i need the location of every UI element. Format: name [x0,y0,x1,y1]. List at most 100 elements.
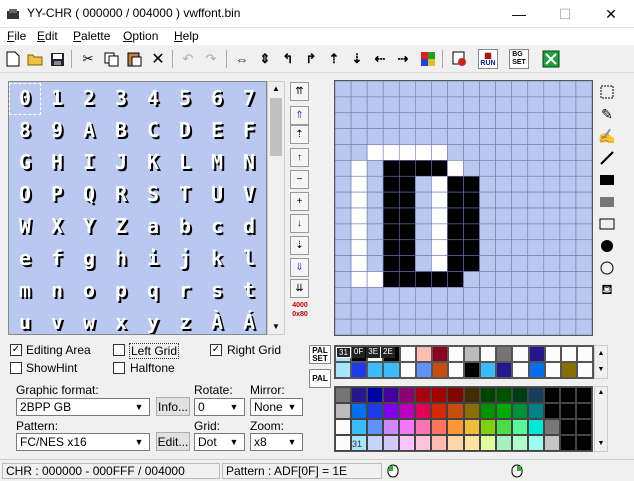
pixel-cell[interactable] [463,207,480,225]
chr-tile[interactable]: N [233,146,265,178]
pixel-cell[interactable] [495,175,512,193]
pixel-cell[interactable] [398,81,416,98]
edit-pattern-button[interactable]: Edit... [156,432,190,451]
pixel-cell[interactable] [350,255,368,272]
shift-up-icon[interactable]: ⇡ [324,49,344,69]
pixel-cell[interactable] [463,128,480,145]
palette-swatch[interactable] [415,362,432,378]
palette-swatch[interactable] [560,362,577,378]
chr-tile[interactable]: q [137,274,169,306]
chr-tile[interactable]: j [169,242,201,274]
pixel-cell[interactable] [495,144,512,161]
pixel-cell[interactable] [398,191,416,209]
pixel-cell[interactable] [382,160,400,177]
palette-swatch[interactable] [560,346,577,362]
pixel-cell[interactable] [495,128,512,145]
paste-icon[interactable] [124,49,144,69]
color-swatch[interactable] [367,403,384,419]
color-swatch[interactable] [383,403,400,419]
color-swatch[interactable] [543,387,560,403]
pixel-cell[interactable] [479,144,496,161]
pixel-cell[interactable] [382,239,400,256]
pixel-cell[interactable] [463,81,480,98]
pixel-cell[interactable] [479,318,496,335]
color-swatch[interactable] [399,435,416,451]
pixel-cell[interactable] [350,81,368,98]
pixel-cell[interactable] [527,175,545,193]
nav-row-down-button[interactable]: ↓ [290,214,309,233]
nav-top-button[interactable]: ⇈ [290,82,309,101]
pixel-cell[interactable] [415,144,432,161]
pixel-cell[interactable] [350,318,368,335]
chr-scrollbar[interactable]: ▲ ▼ [267,81,285,335]
color-swatch[interactable] [399,419,416,435]
pixel-cell[interactable] [543,239,561,256]
palette-swatch[interactable] [415,346,432,362]
chr-tile[interactable]: b [169,210,201,242]
pixel-cell[interactable] [350,191,368,209]
pixel-cell[interactable] [527,239,545,256]
copy-icon[interactable] [101,49,121,69]
pixel-cell[interactable] [415,191,432,209]
color-swatch[interactable] [511,419,528,435]
pixel-cell[interactable] [335,318,352,335]
color-palette-grid[interactable] [334,386,593,452]
pixel-cell[interactable] [511,223,529,241]
palette-swatch[interactable] [528,346,545,362]
chr-tile[interactable]: x [105,306,137,334]
palette-swatch[interactable] [576,346,593,362]
chr-tile[interactable]: u [9,306,41,334]
pixel-cell[interactable] [366,144,384,161]
pixel-cell[interactable] [335,144,352,161]
color-swatch[interactable] [367,387,384,403]
pixel-cell[interactable] [559,255,577,272]
chr-tile[interactable]: J [105,146,137,178]
pixel-cell[interactable] [479,128,496,145]
pixel-cell[interactable] [543,112,561,129]
color-swatch[interactable] [431,419,448,435]
color-swatch[interactable] [415,387,432,403]
pixel-cell[interactable] [366,191,384,209]
pixel-cell[interactable] [463,175,480,193]
pixel-cell[interactable] [366,96,384,114]
pixel-cell[interactable] [511,112,529,129]
chr-tile[interactable]: f [41,242,73,274]
pixel-cell[interactable] [366,160,384,177]
pixel-cell[interactable] [366,223,384,241]
palette-swatch[interactable] [528,362,545,378]
pixel-cell[interactable] [543,287,561,304]
color-swatch[interactable] [335,419,352,435]
color-swatch[interactable] [415,403,432,419]
pixel-cell[interactable] [575,144,592,161]
color-swatch[interactable] [447,419,464,435]
pixel-cell[interactable] [511,144,529,161]
palette-swatch[interactable] [464,362,481,378]
color-swatch[interactable] [463,403,480,419]
color-swatch[interactable] [479,403,496,419]
chr-tile[interactable]: X [41,210,73,242]
pixel-cell[interactable] [511,81,529,98]
color-swatch[interactable] [335,387,352,403]
chr-tile[interactable]: P [41,178,73,210]
chr-tile[interactable]: D [169,114,201,146]
pixel-cell[interactable] [527,255,545,272]
redo-icon[interactable]: ↷ [201,49,221,69]
chr-tile[interactable]: k [201,242,233,274]
pixel-cell[interactable] [415,207,432,225]
grid-select[interactable]: Dot ▼ [194,433,245,451]
pattern-rect-tool-icon[interactable] [596,191,618,213]
color-swatch[interactable] [463,387,480,403]
nav-row-up-fast-button[interactable]: ⇡ [290,125,309,144]
pixel-cell[interactable] [575,128,592,145]
menu-option[interactable]: Option [119,28,162,45]
palette-scrollbar[interactable]: ▲ ▼ [594,386,608,452]
pixel-cell[interactable] [479,191,496,209]
pixel-cell[interactable] [511,287,529,304]
chr-tile[interactable]: I [73,146,105,178]
color-swatch[interactable] [431,403,448,419]
pixel-cell[interactable] [398,255,416,272]
palette-swatch[interactable] [399,362,416,378]
color-replace-icon[interactable] [418,49,438,69]
pixel-cell[interactable] [575,207,592,225]
palette-swatch[interactable] [576,362,593,378]
